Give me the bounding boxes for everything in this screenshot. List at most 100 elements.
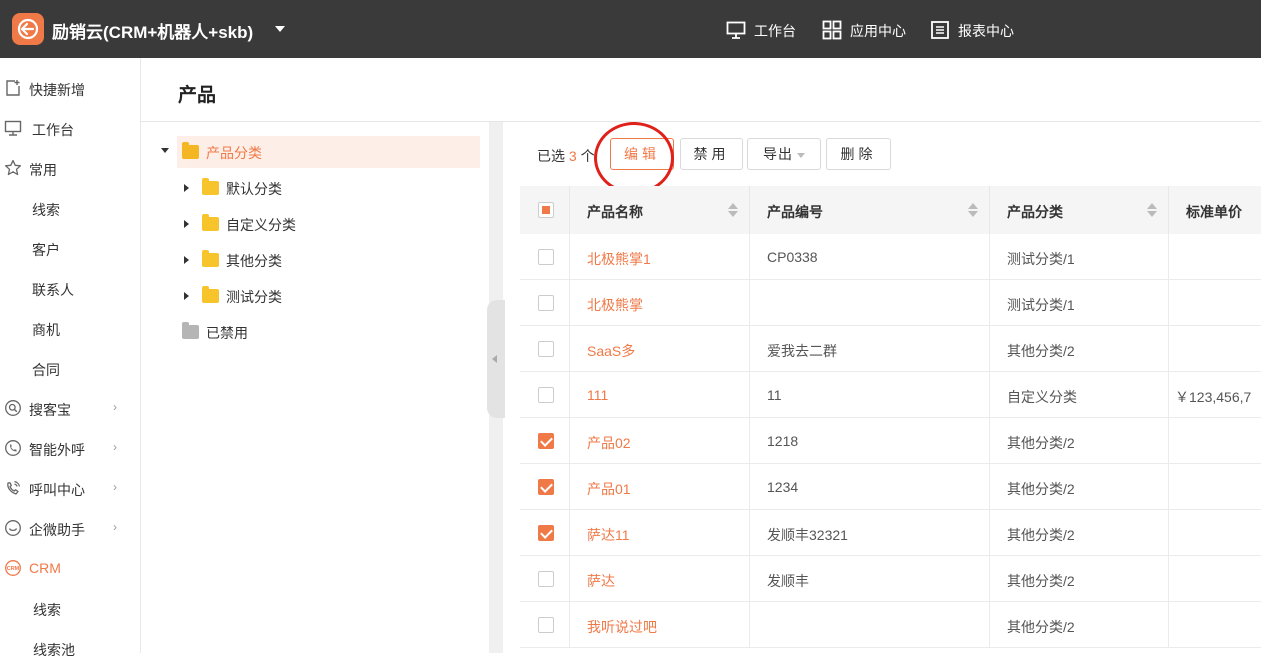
export-dropdown[interactable]: 导出: [747, 138, 821, 170]
row-checkbox[interactable]: [538, 617, 554, 633]
column-header-name[interactable]: 产品名称: [570, 186, 750, 234]
product-name-link[interactable]: 111: [587, 387, 608, 403]
product-name-link[interactable]: 产品02: [587, 433, 631, 453]
row-checkbox[interactable]: [538, 571, 554, 587]
table-row[interactable]: 北极熊掌1 CP0338 测试分类/1: [520, 234, 1261, 280]
sidebar-item-smart-call[interactable]: 智能外呼 ›: [0, 428, 140, 468]
column-header-label: 标准单价: [1186, 204, 1242, 220]
row-checkbox[interactable]: [538, 433, 554, 449]
product-name-cell[interactable]: 萨达11: [570, 510, 750, 556]
product-code-cell: 发顺丰32321: [750, 510, 990, 556]
caret-down-icon[interactable]: [161, 148, 169, 153]
product-name-link[interactable]: 产品01: [587, 479, 631, 499]
sidebar-item-label: 企微助手: [29, 522, 85, 538]
product-category: 其他分类/2: [1007, 619, 1075, 635]
product-name-link[interactable]: 萨达11: [587, 525, 630, 545]
caret-right-icon[interactable]: [184, 184, 189, 192]
sort-icon[interactable]: [968, 203, 978, 217]
tree-node-other[interactable]: 其他分类: [141, 244, 489, 276]
sidebar-item-customers[interactable]: 客户: [0, 228, 140, 268]
table-row[interactable]: 111 11 自定义分类 ￥123,456,7: [520, 372, 1261, 418]
row-checkbox[interactable]: [538, 387, 554, 403]
sidebar-item-soukebao[interactable]: 搜客宝 ›: [0, 388, 140, 428]
row-select-cell: [520, 556, 570, 602]
product-category: 其他分类/2: [1007, 343, 1075, 359]
table-row[interactable]: 北极熊掌 测试分类/1: [520, 280, 1261, 326]
row-checkbox[interactable]: [538, 525, 554, 541]
highlight-circle: [594, 122, 674, 194]
tree-node-disabled[interactable]: 已禁用: [141, 316, 489, 348]
collapse-handle[interactable]: [487, 300, 505, 418]
sidebar-item-crm-leads[interactable]: 线索: [0, 588, 140, 628]
caret-right-icon[interactable]: [184, 292, 189, 300]
caret-left-icon: [492, 355, 497, 363]
table-row[interactable]: 萨达 发顺丰 其他分类/2: [520, 556, 1261, 602]
category-tree: 产品分类 默认分类 自定义分类 其他分类 测试分类 已禁用: [141, 122, 489, 653]
product-name-cell[interactable]: 我听说过吧: [570, 602, 750, 648]
product-name-link[interactable]: SaaS多: [587, 341, 635, 361]
app-switch-chevron-down-icon[interactable]: [275, 26, 285, 32]
tree-node-root[interactable]: 产品分类: [141, 136, 489, 168]
row-checkbox[interactable]: [538, 341, 554, 357]
disable-button[interactable]: 禁用: [680, 138, 743, 170]
caret-right-icon[interactable]: [184, 220, 189, 228]
tree-node-default[interactable]: 默认分类: [141, 172, 489, 204]
product-category-cell: 测试分类/1: [990, 280, 1169, 326]
row-checkbox[interactable]: [538, 479, 554, 495]
product-name-cell[interactable]: SaaS多: [570, 326, 750, 372]
table-row[interactable]: 产品02 1218 其他分类/2: [520, 418, 1261, 464]
product-price-cell: ￥123,456,7: [1169, 372, 1261, 418]
sidebar-item-leads[interactable]: 线索: [0, 188, 140, 228]
app-title[interactable]: 励销云(CRM+机器人+skb): [52, 18, 253, 43]
product-name-link[interactable]: 北极熊掌1: [587, 249, 651, 269]
product-price-cell: [1169, 556, 1261, 602]
product-category-cell: 其他分类/2: [990, 510, 1169, 556]
table-row[interactable]: SaaS多 爱我去二群 其他分类/2: [520, 326, 1261, 372]
product-name-cell[interactable]: 萨达: [570, 556, 750, 602]
sort-icon[interactable]: [1147, 203, 1157, 217]
product-category-cell: 自定义分类: [990, 372, 1169, 418]
row-checkbox[interactable]: [538, 249, 554, 265]
table-row[interactable]: 我听说过吧 其他分类/2: [520, 602, 1261, 648]
app-logo-icon[interactable]: [12, 13, 44, 45]
sidebar-item-wecom-assistant[interactable]: 企微助手 ›: [0, 508, 140, 548]
tree-node-label: 产品分类: [206, 145, 262, 161]
column-header-code[interactable]: 产品编号: [750, 186, 990, 234]
table-row[interactable]: 萨达11 发顺丰32321 其他分类/2: [520, 510, 1261, 556]
sidebar-item-contacts[interactable]: 联系人: [0, 268, 140, 308]
folder-icon: [202, 250, 219, 267]
column-header-category[interactable]: 产品分类: [990, 186, 1169, 234]
product-category: 测试分类/1: [1007, 251, 1075, 267]
sidebar-item-quick-add[interactable]: 快捷新增: [0, 68, 140, 108]
product-name-link[interactable]: 萨达: [587, 571, 615, 591]
product-name-cell[interactable]: 北极熊掌1: [570, 234, 750, 280]
sidebar-item-lead-pool[interactable]: 线索池: [0, 628, 140, 668]
sidebar-item-crm[interactable]: CRM CRM: [0, 548, 140, 588]
sidebar-item-favorites[interactable]: 常用: [0, 148, 140, 188]
tree-node-label: 默认分类: [226, 181, 282, 197]
column-header-price[interactable]: 标准单价: [1169, 186, 1261, 234]
sidebar-item-workbench[interactable]: 工作台: [0, 108, 140, 148]
product-name-cell[interactable]: 北极熊掌: [570, 280, 750, 326]
product-category: 其他分类/2: [1007, 481, 1075, 497]
tree-node-root-highlight[interactable]: 产品分类: [177, 136, 480, 168]
product-name-cell[interactable]: 产品01: [570, 464, 750, 510]
tree-node-custom[interactable]: 自定义分类: [141, 208, 489, 240]
product-price-cell: [1169, 234, 1261, 280]
selected-suffix: 个: [580, 148, 595, 164]
caret-right-icon[interactable]: [184, 256, 189, 264]
sidebar-item-call-center[interactable]: 呼叫中心 ›: [0, 468, 140, 508]
sidebar-item-contracts[interactable]: 合同: [0, 348, 140, 388]
sort-icon[interactable]: [728, 203, 738, 217]
product-name-cell[interactable]: 111: [570, 372, 750, 418]
row-select-cell: [520, 280, 570, 326]
product-name-cell[interactable]: 产品02: [570, 418, 750, 464]
product-name-link[interactable]: 我听说过吧: [587, 617, 657, 637]
delete-button[interactable]: 删除: [826, 138, 891, 170]
sidebar-item-opportunities[interactable]: 商机: [0, 308, 140, 348]
row-checkbox[interactable]: [538, 295, 554, 311]
table-row[interactable]: 产品01 1234 其他分类/2: [520, 464, 1261, 510]
product-name-link[interactable]: 北极熊掌: [587, 295, 643, 315]
tree-node-test[interactable]: 测试分类: [141, 280, 489, 312]
select-all-checkbox[interactable]: [538, 202, 554, 218]
